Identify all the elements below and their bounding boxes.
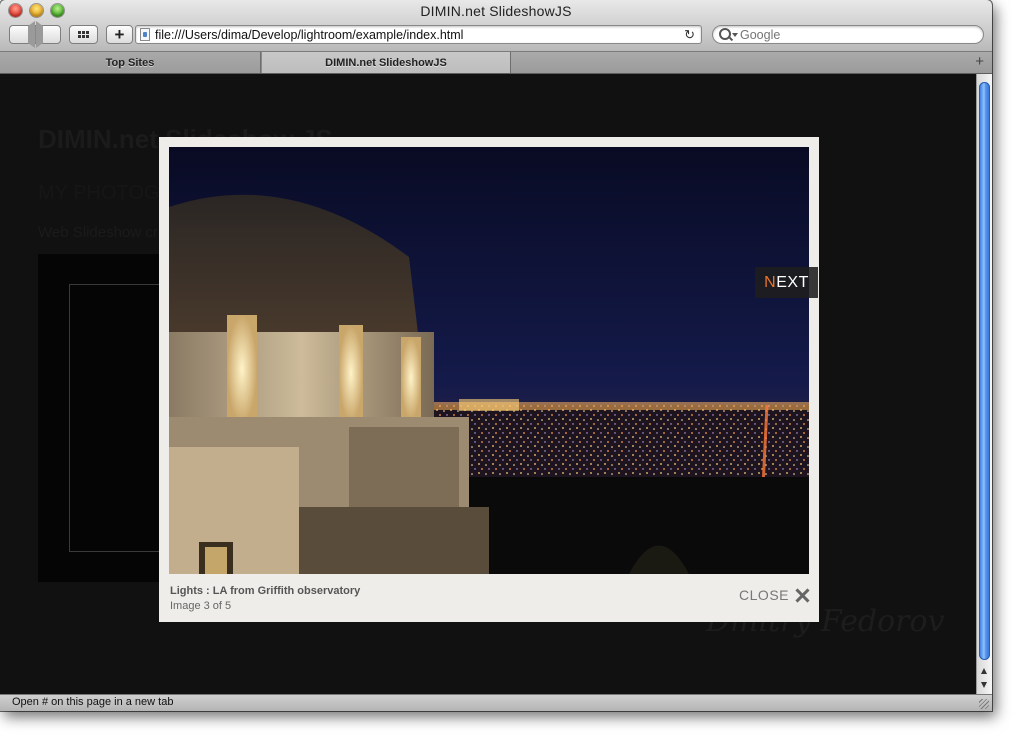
forward-button[interactable] (35, 21, 61, 48)
thumbnail-frame (38, 254, 163, 582)
thumbnail-image (69, 284, 161, 552)
status-bar: Open # on this page in a new tab (0, 694, 992, 711)
scroll-up-icon[interactable] (981, 668, 987, 674)
search-input[interactable] (740, 27, 970, 42)
close-icon (795, 588, 810, 603)
page-intro: Web Slideshow cr (38, 224, 158, 241)
top-sites-button[interactable] (69, 25, 98, 44)
tab-bar: Top Sites DIMIN.net SlideshowJS + (0, 52, 992, 74)
new-tab-button[interactable]: + (975, 53, 984, 70)
caption-title: Lights : LA from Griffith observatory (170, 585, 361, 597)
close-label: CLOSE (739, 587, 789, 603)
lightbox-photo (169, 147, 809, 574)
page-icon (140, 28, 150, 41)
grid-icon (78, 31, 89, 38)
scroll-arrows (977, 664, 992, 694)
back-arrow-icon (10, 21, 35, 48)
tab-top-sites[interactable]: Top Sites (0, 52, 261, 73)
tab-slideshow[interactable]: DIMIN.net SlideshowJS (261, 52, 511, 73)
search-icon[interactable] (719, 28, 731, 40)
add-bookmark-button[interactable]: + (106, 25, 133, 44)
next-button[interactable]: N EXT (755, 267, 818, 298)
status-text: Open # on this page in a new tab (12, 696, 174, 708)
scroll-thumb[interactable] (979, 82, 990, 660)
forward-arrow-icon (35, 21, 61, 48)
back-button[interactable] (10, 21, 35, 48)
photo-observatory (169, 147, 809, 574)
close-button[interactable]: CLOSE (739, 587, 810, 603)
lightbox: Lights : LA from Griffith observatory Im… (159, 137, 819, 622)
scroll-down-icon[interactable] (981, 682, 987, 688)
reload-icon[interactable]: ↻ (684, 27, 695, 43)
back-forward-buttons (9, 21, 61, 48)
chevron-down-icon[interactable] (732, 33, 738, 37)
resize-grip-icon[interactable] (979, 699, 989, 709)
window-title: DIMIN.net SlideshowJS (420, 3, 572, 19)
browser-window: DIMIN.net SlideshowJS + file:///Users/di… (0, 0, 992, 711)
vertical-scrollbar[interactable] (976, 74, 992, 694)
next-label-rest: EXT (776, 273, 809, 291)
image-counter: Image 3 of 5 (170, 600, 232, 612)
next-label-first-letter: N (764, 273, 777, 291)
page-content: DIMIN.net Slideshow JS MY PHOTOG Web Sli… (0, 74, 976, 694)
search-field[interactable] (712, 25, 984, 44)
page-subtitle: MY PHOTOG (38, 182, 160, 204)
address-bar[interactable]: file:///Users/dima/Develop/lightroom/exa… (135, 25, 702, 44)
title-toolbar: DIMIN.net SlideshowJS + file:///Users/di… (0, 0, 992, 52)
url-text[interactable]: file:///Users/dima/Develop/lightroom/exa… (155, 28, 463, 42)
